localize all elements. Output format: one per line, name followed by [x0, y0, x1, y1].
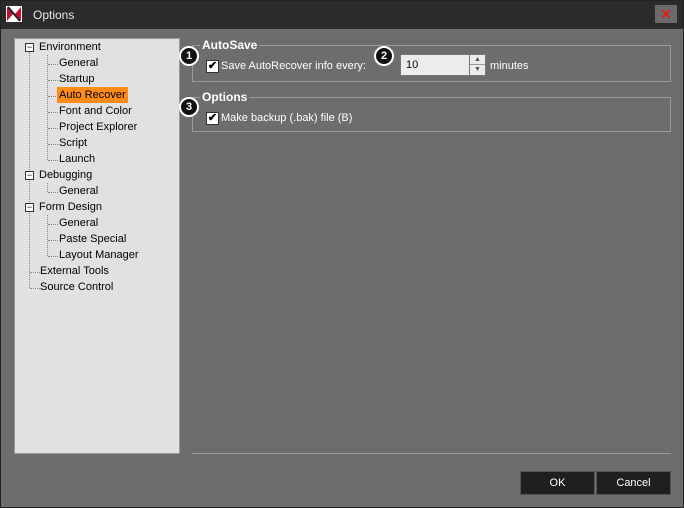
- cancel-button[interactable]: Cancel: [596, 471, 671, 495]
- button-separator: [192, 453, 671, 454]
- tree-item-script[interactable]: Script: [59, 135, 87, 151]
- app-logo-icon: [6, 6, 22, 22]
- tree-item-startup[interactable]: Startup: [59, 71, 94, 87]
- interval-spinner[interactable]: ▲ ▼: [470, 54, 486, 76]
- tree-item-debugging[interactable]: Debugging: [39, 167, 92, 183]
- tree-item-environment[interactable]: Environment: [39, 39, 101, 55]
- backup-checkbox[interactable]: ✔: [206, 112, 219, 125]
- tree-connector: [48, 80, 58, 81]
- autosave-group-title: AutoSave: [200, 38, 260, 52]
- tree-item-font-and-color[interactable]: Font and Color: [59, 103, 132, 119]
- tree-connector: [48, 64, 58, 65]
- tree-item-paste-special[interactable]: Paste Special: [59, 231, 126, 247]
- title-bar: Options ✕: [1, 1, 683, 29]
- tree-item-source-control[interactable]: Source Control: [40, 279, 113, 295]
- tree-item-layout-manager[interactable]: Layout Manager: [59, 247, 139, 263]
- tree-connector: [48, 256, 58, 257]
- collapse-icon[interactable]: −: [25, 43, 34, 52]
- tree-item-external-tools[interactable]: External Tools: [40, 263, 109, 279]
- tree-connector: [48, 112, 58, 113]
- callout-badge-3: 3: [179, 97, 199, 117]
- tree-connector: [48, 144, 58, 145]
- callout-badge-1: 1: [179, 46, 199, 66]
- autosave-checkbox[interactable]: ✔: [206, 60, 219, 73]
- ok-button[interactable]: OK: [520, 471, 595, 495]
- tree-connector: [48, 224, 58, 225]
- tree-connector: [47, 183, 48, 192]
- close-icon: ✕: [660, 5, 672, 22]
- tree-item-environment-general[interactable]: General: [59, 55, 98, 71]
- spin-down-icon[interactable]: ▼: [470, 65, 485, 75]
- collapse-icon[interactable]: −: [25, 171, 34, 180]
- window-title: Options: [33, 8, 75, 22]
- callout-badge-2: 2: [374, 46, 394, 66]
- tree-item-project-explorer[interactable]: Project Explorer: [59, 119, 137, 135]
- options-group-title: Options: [200, 90, 250, 104]
- options-tree[interactable]: − Environment General Startup Auto Recov…: [14, 38, 180, 454]
- backup-checkbox-label[interactable]: Make backup (.bak) file (B): [221, 112, 352, 124]
- autosave-interval-input[interactable]: 10: [400, 54, 470, 76]
- tree-item-form-design-general[interactable]: General: [59, 215, 98, 231]
- tree-connector: [30, 272, 40, 273]
- options-dialog: Options ✕ − Environment General Startup …: [0, 0, 684, 508]
- tree-item-launch[interactable]: Launch: [59, 151, 95, 167]
- tree-connector: [48, 160, 58, 161]
- tree-connector: [30, 288, 40, 289]
- close-button[interactable]: ✕: [655, 5, 677, 23]
- tree-connector: [48, 128, 58, 129]
- interval-units-label: minutes: [490, 60, 529, 72]
- spin-up-icon[interactable]: ▲: [470, 55, 485, 65]
- tree-connector: [48, 192, 58, 193]
- tree-item-debugging-general[interactable]: General: [59, 183, 98, 199]
- tree-connector: [48, 240, 58, 241]
- autosave-checkbox-label[interactable]: Save AutoRecover info every:: [221, 60, 366, 72]
- tree-item-form-design[interactable]: Form Design: [39, 199, 102, 215]
- collapse-icon[interactable]: −: [25, 203, 34, 212]
- tree-connector: [47, 215, 48, 256]
- tree-item-auto-recover[interactable]: Auto Recover: [57, 87, 128, 103]
